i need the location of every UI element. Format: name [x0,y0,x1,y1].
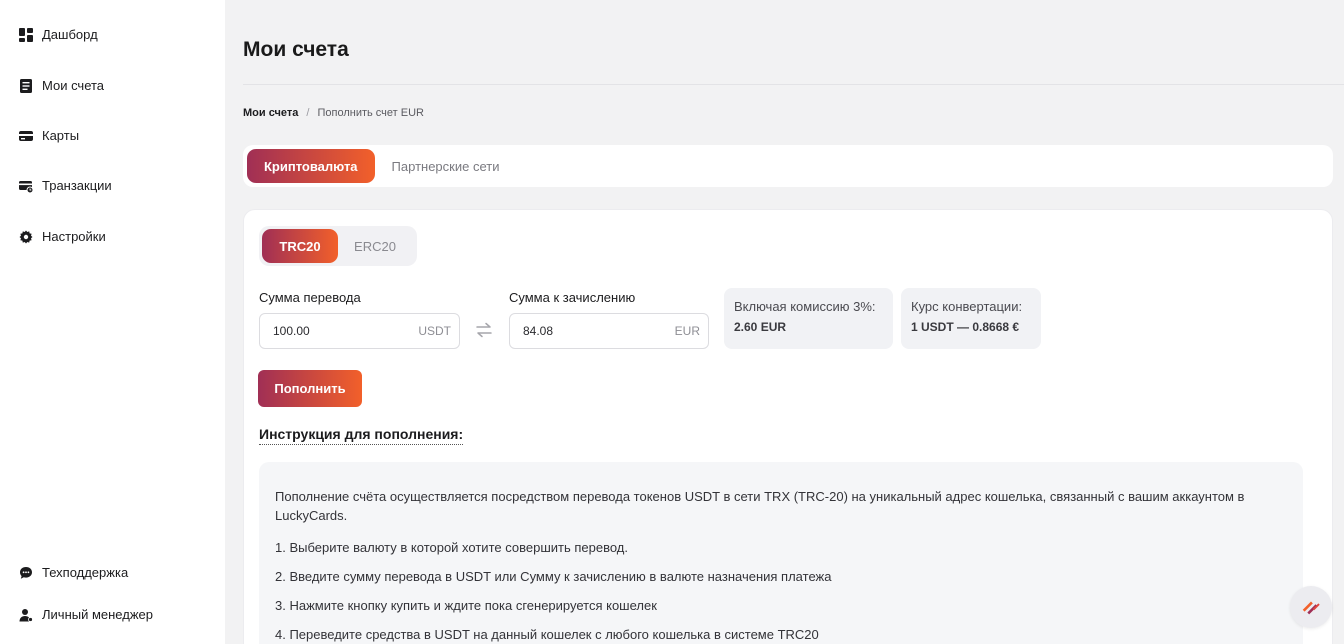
breadcrumb-separator: / [306,107,310,119]
card-icon [19,129,33,143]
brand-logo-icon [1302,601,1320,615]
instructions-title: Инструкция для пополнения: [259,426,464,445]
rate-label: Курс конвертации: [911,299,1023,314]
breadcrumb-current: Пополнить счет EUR [317,107,424,119]
sidebar-item-settings[interactable]: Настройки [19,229,106,244]
sidebar-item-label: Карты [42,128,80,143]
sidebar-item-label: Техподдержка [42,565,129,580]
deposit-card: TRC20 ERC20 Сумма перевода 100.00 USDT С… [243,209,1333,644]
method-tabs: Криптовалюта Партнерские сети [243,145,1333,187]
swap-icon[interactable] [474,320,494,340]
instructions-intro: Пополнение счёта осуществляется посредст… [275,489,1245,523]
sidebar-item-transactions[interactable]: Транзакции [19,178,112,193]
header-divider [243,84,1344,85]
send-amount-label: Сумма перевода [259,290,361,305]
commission-label: Включая комиссию 3%: [734,299,876,314]
instruction-step: 2. Введите сумму перевода в USDT или Сум… [275,569,832,584]
chat-icon [19,566,33,580]
accounts-icon [19,78,33,93]
sidebar-item-label: Настройки [42,229,106,244]
receive-amount-label: Сумма к зачислению [509,290,636,305]
receive-amount-field[interactable]: 84.08 EUR [509,313,709,349]
tab-partner-networks[interactable]: Партнерские сети [375,149,517,183]
sidebar-item-label: Мои счета [42,78,105,93]
instruction-step: 3. Нажмите кнопку купить и ждите пока сг… [275,598,657,613]
send-amount-unit: USDT [418,324,451,338]
sidebar-item-label: Транзакции [42,178,112,193]
instruction-step: 4. Переведите средства в USDT на данный … [275,627,819,642]
dashboard-icon [19,27,33,42]
main-content: Мои счета Мои счета / Пополнить счет EUR… [225,0,1344,644]
sidebar-item-support[interactable]: Техподдержка [19,565,128,580]
tab-trc20[interactable]: TRC20 [262,229,338,263]
commission-box: Включая комиссию 3%: 2.60 EUR [724,288,893,349]
rate-box: Курс конвертации: 1 USDT — 0.8668 € [901,288,1041,349]
support-widget-button[interactable] [1290,586,1332,628]
breadcrumb: Мои счета / Пополнить счет EUR [243,107,424,119]
commission-value: 2.60 EUR [734,320,787,334]
instruction-step: 1. Выберите валюту в которой хотите сове… [275,540,628,555]
send-amount-field[interactable]: 100.00 USDT [259,313,460,349]
rate-value: 1 USDT — 0.8668 € [911,320,1020,334]
receive-amount-value: 84.08 [523,324,554,338]
receive-amount-unit: EUR [674,324,700,338]
network-switch: TRC20 ERC20 [259,226,417,266]
send-amount-value: 100.00 [273,324,310,338]
gear-icon [19,230,33,244]
transactions-icon [19,179,33,193]
sidebar-item-label: Личный менеджер [42,607,153,622]
manager-icon [19,608,33,622]
page-title: Мои счета [243,38,349,61]
deposit-button[interactable]: Пополнить [258,370,362,407]
sidebar-item-accounts[interactable]: Мои счета [19,78,104,93]
tab-erc20[interactable]: ERC20 [338,229,412,263]
sidebar-item-cards[interactable]: Карты [19,128,79,143]
sidebar-item-label: Дашборд [42,27,98,42]
breadcrumb-link-accounts[interactable]: Мои счета [243,107,298,119]
sidebar: Дашборд Мои счета Карты Транзакции Настр… [0,0,225,644]
sidebar-item-manager[interactable]: Личный менеджер [19,607,153,622]
tab-crypto[interactable]: Криптовалюта [247,149,375,183]
instructions-box: Пополнение счёта осуществляется посредст… [259,462,1303,644]
sidebar-item-dashboard[interactable]: Дашборд [19,27,98,42]
